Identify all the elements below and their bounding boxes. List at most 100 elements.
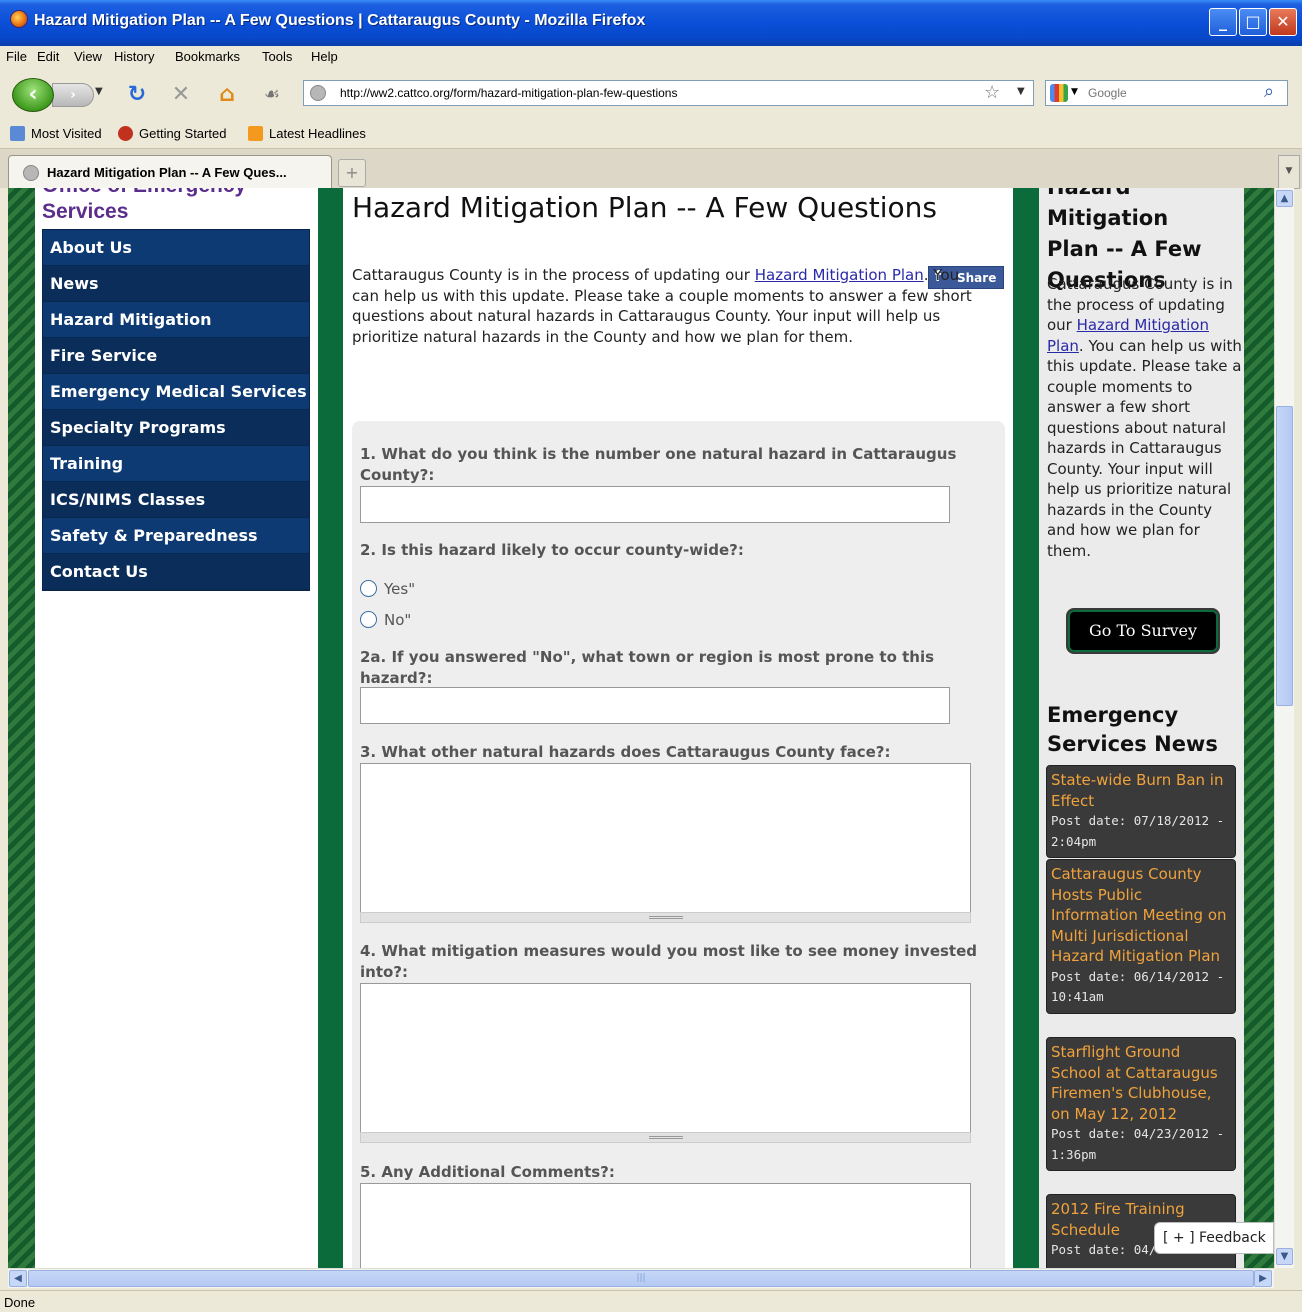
intro-text: Cattaraugus County is in the process of … <box>352 266 755 284</box>
bookmark-latest-headlines[interactable]: Latest Headlines <box>248 126 366 141</box>
news-section-title: Emergency Services News <box>1047 703 1218 756</box>
decorative-stripe <box>1244 188 1274 1268</box>
textarea-resize-handle[interactable] <box>360 912 971 923</box>
tab-bar: Hazard Mitigation Plan -- A Few Ques... … <box>0 148 1302 189</box>
bookmark-star-icon[interactable]: ☆ <box>984 82 1000 103</box>
vertical-scroll-thumb[interactable] <box>1276 406 1293 706</box>
sidebar-item-hazard-mitigation[interactable]: Hazard Mitigation <box>43 302 309 338</box>
minimize-button[interactable]: _ <box>1209 8 1237 36</box>
bookmarks-toolbar: Most Visited Getting Started Latest Head… <box>0 120 1302 148</box>
bookmark-getting-started[interactable]: Getting Started <box>118 126 226 141</box>
engine-dropdown-icon[interactable]: ▼ <box>1071 87 1078 97</box>
sidebar-item-training[interactable]: Training <box>43 446 309 482</box>
close-button[interactable]: ✕ <box>1269 8 1297 36</box>
plus-icon: + <box>345 163 359 182</box>
bookmark-most-visited[interactable]: Most Visited <box>10 126 102 141</box>
tab-list-button[interactable]: ▼ <box>1278 155 1300 189</box>
rss-icon <box>248 126 263 141</box>
home-icon[interactable]: ⌂ <box>214 82 240 108</box>
question-3-textarea[interactable] <box>360 763 971 913</box>
sidebar-item-ics-nims[interactable]: ICS/NIMS Classes <box>43 482 309 518</box>
new-tab-button[interactable]: + <box>338 159 366 187</box>
menu-bookmarks[interactable]: Bookmarks <box>175 49 240 64</box>
sidebar-item-about-us[interactable]: About Us <box>43 230 309 266</box>
hazard-plan-link[interactable]: Hazard Mitigation Plan <box>755 266 924 284</box>
menu-edit[interactable]: Edit <box>37 49 59 64</box>
left-sidebar: Office of Emergency Services About Us Ne… <box>35 188 318 1268</box>
forward-button[interactable]: › <box>52 83 94 107</box>
page-title: Hazard Mitigation Plan -- A Few Question… <box>352 191 937 224</box>
news-item: State-wide Burn Ban in Effect Post date:… <box>1046 765 1236 858</box>
window-titlebar[interactable]: Hazard Mitigation Plan -- A Few Question… <box>0 0 1302 46</box>
sidebar-item-safety[interactable]: Safety & Preparedness <box>43 518 309 554</box>
news-headline-link[interactable]: State-wide Burn Ban in Effect <box>1051 770 1231 811</box>
menu-help[interactable]: Help <box>311 49 338 64</box>
minimize-icon: _ <box>1219 12 1227 31</box>
sidebar-item-ems[interactable]: Emergency Medical Services <box>43 374 309 410</box>
sidebar-item-fire-service[interactable]: Fire Service <box>43 338 309 374</box>
search-input[interactable] <box>1086 84 1256 102</box>
sidebar-title-line: Hazard Mitigation <box>1047 188 1169 230</box>
question-1-label: 1. What do you think is the number one n… <box>360 445 957 484</box>
reload-icon[interactable]: ↻ <box>124 82 150 108</box>
menu-view[interactable]: View <box>74 49 102 64</box>
google-engine-icon[interactable] <box>1050 84 1068 102</box>
close-icon: ✕ <box>1276 12 1290 31</box>
maximize-button[interactable]: □ <box>1239 8 1267 36</box>
feedback-button[interactable]: [ + ] Feedback <box>1154 1222 1274 1254</box>
radio-circle[interactable] <box>360 611 377 628</box>
news-headline-link[interactable]: Cattaraugus County Hosts Public Informat… <box>1051 864 1231 967</box>
vertical-scrollbar[interactable]: ▲ ▼ <box>1274 188 1294 1268</box>
menu-history[interactable]: History <box>114 49 154 64</box>
stop-icon[interactable]: ✕ <box>168 82 194 108</box>
question-2a-input[interactable] <box>360 687 950 724</box>
news-headline-link[interactable]: Starflight Ground School at Cattaraugus … <box>1051 1042 1231 1124</box>
menu-tools[interactable]: Tools <box>262 49 292 64</box>
radio-circle[interactable] <box>360 580 377 597</box>
survey-form: 1. What do you think is the number one n… <box>352 421 1005 1268</box>
grip-icon <box>649 1136 683 1139</box>
back-arrow-icon: ‹ <box>28 82 38 107</box>
scroll-left-icon[interactable]: ◀ <box>9 1270 27 1287</box>
sidebar-item-specialty-programs[interactable]: Specialty Programs <box>43 410 309 446</box>
site-identity-icon[interactable] <box>310 85 326 101</box>
go-to-survey-button[interactable]: Go To Survey <box>1066 608 1220 654</box>
sidebar-item-news[interactable]: News <box>43 266 309 302</box>
horizontal-scrollbar[interactable]: ◀ ||| ▶ <box>8 1268 1274 1288</box>
question-4-label: 4. What mitigation measures would you mo… <box>360 942 978 981</box>
search-icon[interactable]: ⌕ <box>1264 81 1274 102</box>
back-button[interactable]: ‹ <box>12 78 54 112</box>
bookmark-label: Most Visited <box>31 126 102 141</box>
scroll-up-icon[interactable]: ▲ <box>1276 190 1293 207</box>
url-dropdown-icon[interactable]: ▼ <box>1017 86 1025 97</box>
search-bar[interactable]: ▼ ⌕ <box>1045 80 1288 106</box>
scroll-right-icon[interactable]: ▶ <box>1254 1270 1272 1287</box>
sidebar-item-contact-us[interactable]: Contact Us <box>43 554 309 590</box>
question-5-textarea[interactable] <box>360 1183 971 1268</box>
page-viewport[interactable]: Office of Emergency Services About Us Ne… <box>8 188 1274 1268</box>
history-dropdown-icon[interactable]: ▼ <box>95 86 103 97</box>
question-4-textarea[interactable] <box>360 983 971 1133</box>
right-sidebar: Hazard Mitigation Plan -- A Few Question… <box>1039 188 1244 1268</box>
decorative-stripe <box>8 188 35 1268</box>
extension-icon[interactable]: ☙ <box>259 82 285 108</box>
url-bar[interactable]: http://ww2.cattco.org/form/hazard-mitiga… <box>303 80 1034 106</box>
horizontal-scroll-thumb[interactable]: ||| <box>28 1270 1254 1287</box>
firefox-icon <box>10 10 28 28</box>
tab-current[interactable]: Hazard Mitigation Plan -- A Few Ques... <box>8 155 332 189</box>
navigation-toolbar: › ‹ ▼ ↻ ✕ ⌂ ☙ http://ww2.cattco.org/form… <box>0 68 1302 120</box>
sidebar-text: . You can help us with this update. Plea… <box>1047 336 1242 560</box>
news-date: Post date: 07/18/2012 - 2:04pm <box>1051 813 1225 849</box>
sidebar-paragraph: Cattaraugus County is in the process of … <box>1047 274 1242 561</box>
question-1-input[interactable] <box>360 486 950 523</box>
scroll-down-icon[interactable]: ▼ <box>1276 1248 1293 1265</box>
maximize-icon: □ <box>1245 12 1261 31</box>
section-title[interactable]: Services <box>42 200 128 224</box>
side-nav-menu: About Us News Hazard Mitigation Fire Ser… <box>42 229 310 591</box>
most-visited-icon <box>10 126 25 141</box>
forward-arrow-icon: › <box>70 87 76 103</box>
news-date: Post date: 04/23/2012 - 1:36pm <box>1051 1126 1225 1162</box>
menu-file[interactable]: File <box>6 49 27 64</box>
textarea-resize-handle[interactable] <box>360 1132 971 1143</box>
news-date: Post date: 06/14/2012 - 10:41am <box>1051 968 1225 1005</box>
